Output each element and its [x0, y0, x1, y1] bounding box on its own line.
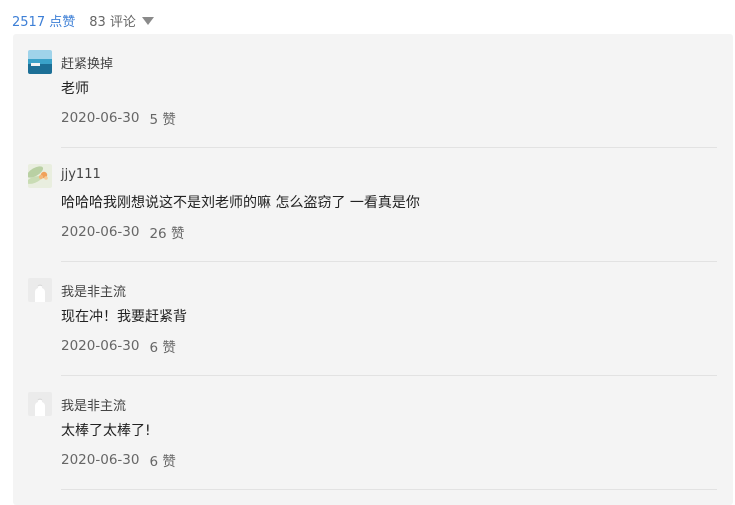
comment-vote-button[interactable]: 5 赞: [149, 108, 175, 128]
comment-date: 2020-06-30: [61, 452, 140, 468]
comment-vote-button[interactable]: 6 赞: [149, 450, 175, 470]
comment-divider: [61, 489, 717, 490]
comment-item: 赶紧换掉 老师 2020-06-30 5 赞: [13, 34, 733, 148]
comment-meta: 2020-06-30 26 赞: [61, 222, 184, 242]
comments-panel: 赶紧换掉 老师 2020-06-30 5 赞 jjy111 哈哈哈我刚想说这不是…: [13, 34, 733, 505]
comment-text: 老师: [61, 81, 89, 97]
comment-date: 2020-06-30: [61, 224, 140, 240]
comments-toggle[interactable]: 83 评论: [89, 11, 154, 30]
likes-count-link[interactable]: 2517 点赞: [12, 11, 75, 30]
comment-meta: 2020-06-30 6 赞: [61, 450, 176, 470]
comment-username[interactable]: jjy111: [61, 167, 101, 182]
default-avatar-icon[interactable]: [28, 278, 52, 302]
flower-avatar-icon[interactable]: [28, 164, 52, 188]
comment-text: 哈哈哈我刚想说这不是刘老师的嘛 怎么盗窃了 一看真是你: [61, 195, 420, 211]
comment-username[interactable]: 我是非主流: [61, 395, 126, 414]
comment-text: 现在冲！我要赶紧背: [61, 309, 187, 325]
comment-vote-button[interactable]: 6 赞: [149, 336, 175, 356]
comment-item: 我是非主流 太棒了太棒了! 2020-06-30 6 赞: [13, 376, 733, 490]
default-avatar-icon[interactable]: [28, 392, 52, 416]
comment-username[interactable]: 赶紧换掉: [61, 53, 113, 72]
chevron-down-icon: [141, 16, 154, 25]
comment-date: 2020-06-30: [61, 110, 140, 126]
comment-item: 我是非主流 现在冲！我要赶紧背 2020-06-30 6 赞: [13, 262, 733, 376]
comments-count-label: 83 评论: [89, 14, 136, 30]
ocean-avatar-icon[interactable]: [28, 50, 52, 74]
comment-item: jjy111 哈哈哈我刚想说这不是刘老师的嘛 怎么盗窃了 一看真是你 2020-…: [13, 148, 733, 262]
comment-meta: 2020-06-30 5 赞: [61, 108, 176, 128]
comment-vote-button[interactable]: 26 赞: [149, 222, 184, 242]
comment-text: 太棒了太棒了!: [61, 423, 151, 439]
comment-date: 2020-06-30: [61, 338, 140, 354]
comment-username[interactable]: 我是非主流: [61, 281, 126, 300]
comment-meta: 2020-06-30 6 赞: [61, 336, 176, 356]
comment-stats-bar: 2517 点赞 83 评论: [12, 10, 154, 30]
